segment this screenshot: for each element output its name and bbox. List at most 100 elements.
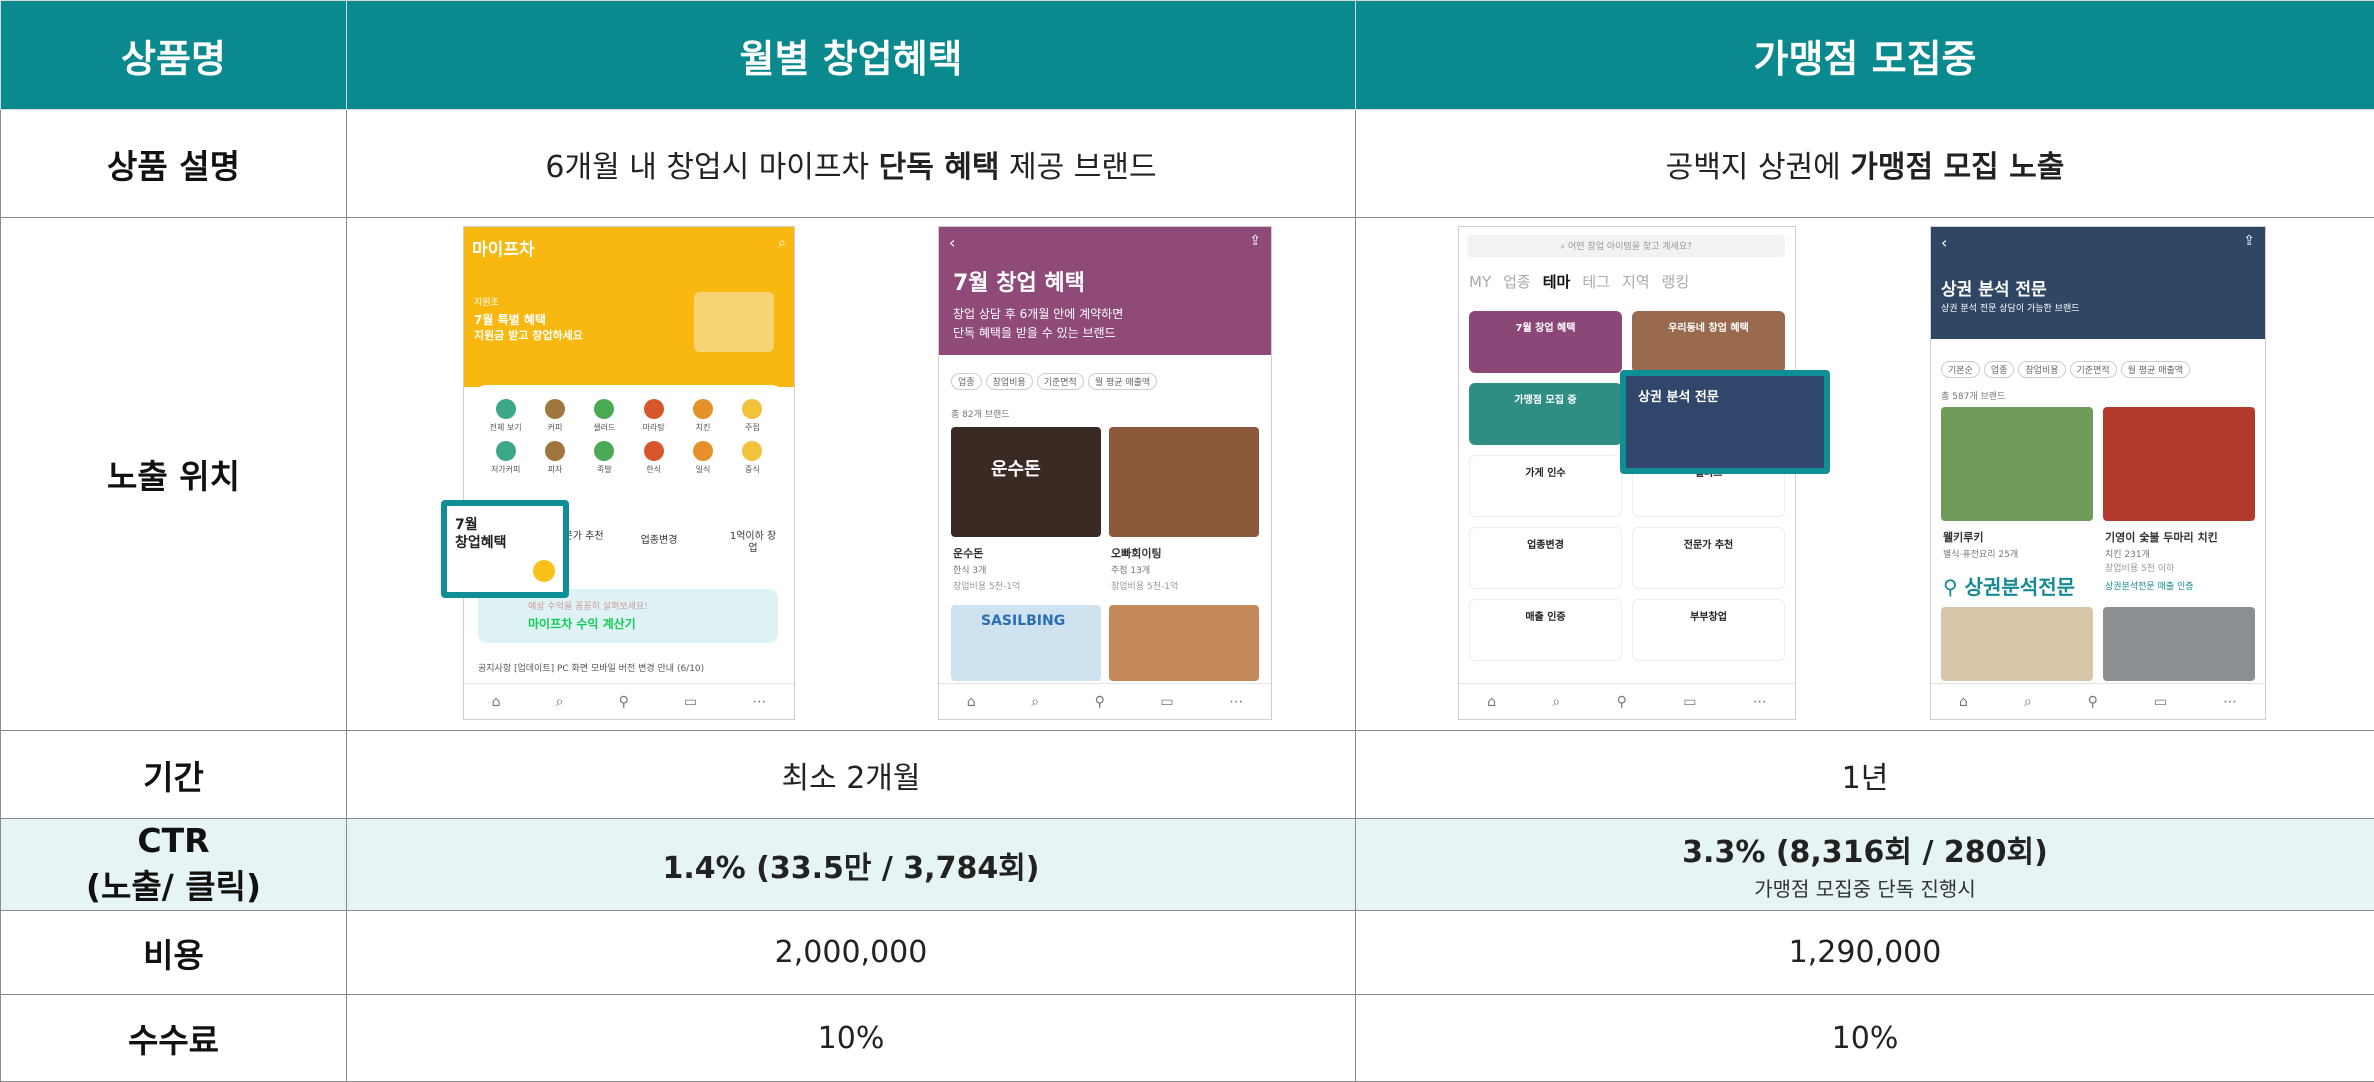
search-icon[interactable]: ⌕ [556,694,564,710]
brand-image-text: 운수돈 [991,455,1041,481]
theme-card[interactable]: 매출 인증 [1469,599,1622,661]
more-icon[interactable]: ⋯ [1753,694,1767,710]
filter-chip[interactable]: 업종 [1984,361,2015,378]
theme-card[interactable]: 7월 창업 혜택 [1469,311,1622,373]
theme-tab[interactable]: 테마 [1543,273,1571,291]
theme-tab[interactable]: 테그 [1582,273,1610,291]
brand-2-cat: 치킨 231개 [2105,547,2150,560]
home-icon[interactable]: ⌂ [492,694,501,710]
position-a-screens: 마이프차 ⌕ 지원초 7월 특별 혜택 지원금 받고 창업하세요 전체 보기커피… [347,218,1356,731]
brand-image-2[interactable] [1109,427,1259,537]
comparison-table: 상품명 월별 창업혜택 가맹점 모집중 상품 설명 6개월 내 창업시 마이프차… [0,0,2374,1082]
home-icon[interactable]: ⌂ [967,694,976,710]
search-icon[interactable]: ⌕ [778,235,786,251]
filter-chip[interactable]: 기준면적 [2070,361,2117,378]
brand-image-1[interactable] [1941,407,2093,521]
filter-chip[interactable]: 창업비용 [2018,361,2065,378]
brand-image-2[interactable] [2103,407,2255,521]
calendar-icon[interactable]: ▭ [1683,694,1696,710]
brand-image-3[interactable] [1941,607,2093,681]
category-item[interactable]: 족발 [581,441,628,475]
brand-1-cost: 창업비용 5천-1억 [953,579,1020,592]
category-item[interactable]: 커피 [531,399,578,433]
category-item[interactable]: 한식 [630,441,677,475]
theme-tab[interactable]: 랭킹 [1662,273,1690,291]
ctr-b: 3.3% (8,316회 / 280회)가맹점 모집중 단독 진행시 [1356,819,2374,911]
change-button[interactable]: 업종변경 [632,531,686,583]
category-item[interactable]: 치킨 [679,399,726,433]
brand-1-name: 웰키루키 [1943,529,1983,545]
share-icon[interactable]: ⇪ [1249,233,1261,249]
under100m-button[interactable]: 1억이하 창업 [726,531,780,583]
category-item[interactable]: 저가커피 [482,441,529,475]
calendar-icon[interactable]: ▭ [2154,694,2167,710]
brand-image-4[interactable] [1109,605,1259,681]
back-icon[interactable]: ‹ [949,233,955,252]
category-item[interactable]: 샐러드 [581,399,628,433]
theme-tab[interactable]: 지역 [1622,273,1650,291]
highlight-analysis: 상권 분석 전문 [1620,370,1830,474]
app-logo: 마이프차 [472,235,535,260]
category-item[interactable]: 마라탕 [630,399,677,433]
filter-chip[interactable]: 기본순 [1941,361,1980,378]
label-ctr: CTR(노출/ 클릭) [1,819,347,911]
theme-card[interactable]: 가게 인수 [1469,455,1622,517]
filter-chip[interactable]: 업종 [951,373,982,390]
category-item[interactable]: 일식 [679,441,726,475]
calendar-icon[interactable]: ▭ [1160,694,1173,710]
filter-chip[interactable]: 월 평균 매출액 [2121,361,2190,378]
more-icon[interactable]: ⋯ [2223,694,2237,710]
back-icon[interactable]: ‹ [1941,233,1947,252]
theme-tab[interactable]: MY [1469,273,1491,291]
brand-2-name: 오빠회이팅 [1111,545,1162,561]
brand-image-3[interactable]: SASILBING [951,605,1101,681]
category-item[interactable]: 중식 [729,441,776,475]
banner-title: 7월 특별 혜택 [474,311,546,328]
filter-chip[interactable]: 창업비용 [986,373,1033,390]
highlight-monthly-benefit: 7월창업혜택 [441,500,569,598]
category-icon [545,399,565,419]
screenshot-benefit-list: ‹ ⇪ 7월 창업 혜택 창업 상담 후 6개월 안에 계약하면 단독 혜택을 … [938,226,1272,720]
brand-image-4[interactable] [2103,607,2255,681]
theme-card[interactable]: 우리동네 창업 혜택 [1632,311,1785,373]
theme-card[interactable]: 가맹점 모집 중 [1469,383,1622,445]
search-icon[interactable]: ⌕ [1031,694,1039,710]
highlight-analysis-label: 상권 분석 전문 [1638,386,1719,405]
location-icon[interactable]: ⚲ [619,694,629,710]
category-item[interactable]: 주점 [729,399,776,433]
benefit-title: 7월 창업 혜택 [953,265,1085,297]
home-icon[interactable]: ⌂ [1487,694,1496,710]
brand-count: 총 587개 브랜드 [1941,389,2005,402]
category-item[interactable]: 전체 보기 [482,399,529,433]
category-item[interactable]: 피자 [531,441,578,475]
theme-tab[interactable]: 업종 [1503,273,1531,291]
search-bar[interactable]: ⌕ 어떤 창업 아이템을 찾고 계세요? [1467,235,1785,257]
brand-image-1[interactable]: 운수돈 [951,427,1101,537]
row-cost: 비용 2,000,000 1,290,000 [1,911,2374,995]
share-icon[interactable]: ⇪ [2243,233,2255,249]
category-label: 샐러드 [581,422,628,433]
cost-a: 2,000,000 [347,911,1356,995]
category-icon [742,399,762,419]
notice[interactable]: 공지사항 [업데이트] PC 화면 모바일 버전 변경 안내 (6/10) [478,661,704,674]
calendar-icon[interactable]: ▭ [684,694,697,710]
location-icon[interactable]: ⚲ [1617,694,1627,710]
category-label: 저가커피 [482,464,529,475]
filter-chip[interactable]: 월 평균 매출액 [1088,373,1157,390]
filter-chip[interactable]: 기준면적 [1037,373,1084,390]
theme-card[interactable]: 업종변경 [1469,527,1622,589]
theme-card[interactable]: 전문가 추천 [1632,527,1785,589]
more-icon[interactable]: ⋯ [752,694,766,710]
location-icon[interactable]: ⚲ [1095,694,1105,710]
brand-image-3-text: SASILBING [981,613,1065,629]
filter-row: 기본순업종창업비용 기준면적월 평균 매출액 [1941,361,2194,378]
more-icon[interactable]: ⋯ [1229,694,1243,710]
label-cost: 비용 [1,911,347,995]
location-icon[interactable]: ⚲ [2088,694,2098,710]
category-icon [496,441,516,461]
tab-bar: ⌂ ⌕ ⚲ ▭ ⋯ [939,683,1271,719]
search-icon[interactable]: ⌕ [1552,694,1560,710]
theme-card[interactable]: 부부창업 [1632,599,1785,661]
search-icon[interactable]: ⌕ [2024,694,2032,710]
home-icon[interactable]: ⌂ [1959,694,1968,710]
